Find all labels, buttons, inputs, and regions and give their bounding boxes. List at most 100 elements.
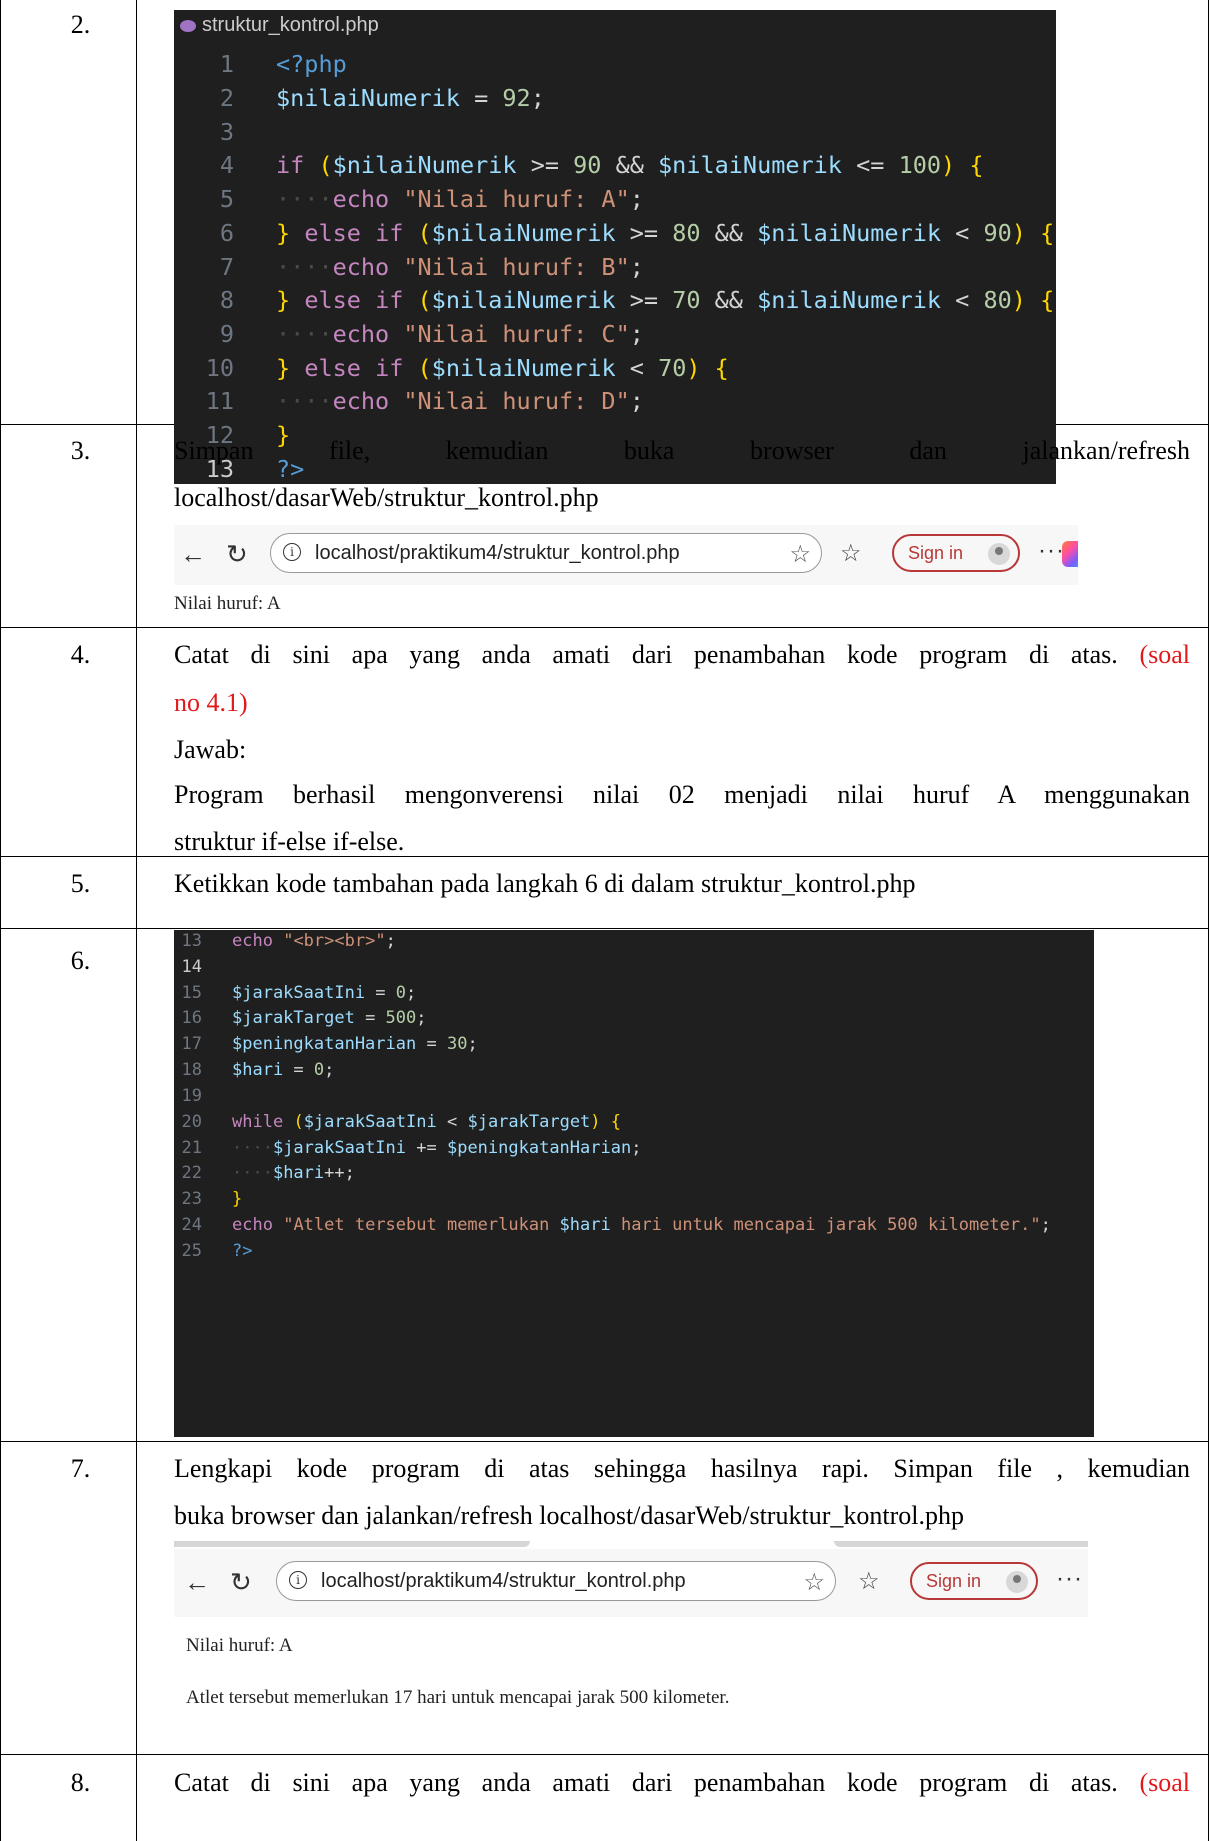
page-output-text: Atlet tersebut memerlukan 17 hari untuk … [186, 1687, 730, 1708]
code-line: 20 while ($jarakSaatIni < $jarakTarget) { [174, 1111, 622, 1134]
line-number: 23 [181, 1189, 202, 1209]
code-line: 13 echo "<br><br>"; [174, 930, 396, 953]
address-bar[interactable]: i localhost/praktikum4/struktur_kontrol.… [270, 533, 822, 573]
page-output-text: Nilai huruf: A [174, 593, 281, 614]
line-number: 5 [219, 185, 234, 213]
browser-toolbar: ← ↻ i localhost/praktikum4/struktur_kont… [174, 525, 1078, 585]
step-number: 5. [70, 869, 91, 898]
refresh-icon[interactable]: ↻ [230, 1569, 252, 1595]
code-line: 10} else if ($nilaiNumerik < 70) { [174, 352, 729, 386]
code-line: 17 $peningkatanHarian = 30; [174, 1033, 478, 1056]
table-right-border [1208, 0, 1209, 1841]
document-page: 2. struktur_kontrol.php 1 <?php 2 $nilaiNu… [0, 0, 1210, 1841]
table-column-divider [136, 0, 137, 1841]
copilot-icon[interactable] [1062, 541, 1078, 567]
row-divider-7-8 [0, 1754, 1209, 1755]
code-editor-while: 13 echo "<br><br>"; 14 15 $jarakSaatIni = … [174, 930, 1094, 1437]
code-line: 7 ····echo "Nilai huruf: B"; [174, 251, 644, 285]
code-line: 19 [174, 1085, 202, 1108]
favorites-icon[interactable]: ☆ [840, 539, 862, 568]
editor-tab[interactable]: struktur_kontrol.php [180, 14, 379, 37]
code-line: 5 ····echo "Nilai huruf: A"; [174, 183, 644, 217]
sign-in-label: Sign in [926, 1571, 982, 1591]
question-text-main: Catat di sini apa yang anda amati dari p… [174, 640, 1118, 669]
sign-in-button[interactable]: Sign in [892, 534, 1020, 572]
line-number: 4 [219, 151, 234, 179]
php-file-icon [180, 19, 196, 32]
instruction-text: Simpan file, kemudian buka browser dan j… [174, 436, 1190, 465]
question-ref: (soal [1139, 640, 1191, 669]
browser-window: ← ↻ i localhost/praktikum4/struktur_kont… [174, 525, 1078, 623]
code-line: 8} else if ($nilaiNumerik >= 70 && $nila… [174, 284, 1054, 318]
browser-toolbar: ← ↻ i localhost/praktikum4/struktur_kont… [174, 1549, 1088, 1617]
address-bar[interactable]: i localhost/praktikum4/struktur_kontrol.… [276, 1561, 836, 1601]
answer-text: Program berhasil mengonverensi nilai 02 … [174, 780, 1190, 809]
browser-window: ← ↻ i localhost/praktikum4/struktur_kont… [174, 1541, 1088, 1747]
page-output-text: Nilai huruf: A [186, 1635, 293, 1656]
favorites-icon[interactable]: ☆ [858, 1567, 880, 1596]
instruction-text: Ketikkan kode tambahan pada langkah 6 di… [174, 869, 916, 898]
more-options-icon[interactable]: ··· [1038, 537, 1065, 565]
code-line: 25 ?> [174, 1240, 253, 1263]
code-line: 15 $jarakSaatIni = 0; [174, 982, 417, 1005]
info-icon[interactable]: i [289, 1571, 307, 1589]
step-number: 7. [70, 1454, 91, 1483]
row-divider-3-4 [0, 627, 1209, 628]
refresh-icon[interactable]: ↻ [226, 541, 248, 567]
line-number: 24 [181, 1215, 202, 1235]
more-options-icon[interactable]: ··· [1056, 1565, 1083, 1593]
line-number: 1 [219, 50, 234, 78]
tab-strip-edge [174, 1541, 530, 1547]
editor-tab-label: struktur_kontrol.php [202, 14, 379, 36]
url-text: localhost/praktikum4/struktur_kontrol.ph… [321, 1570, 686, 1592]
step-number: 4. [70, 640, 91, 669]
code-editor-body: 1 <?php 2 $nilaiNumerik = 92; 3 4 if ($nila… [174, 40, 1056, 483]
instruction-text: buka browser dan jalankan/refresh localh… [174, 1501, 964, 1530]
line-number: 11 [205, 387, 234, 415]
step-number: 2. [70, 10, 91, 39]
answer-text: struktur if-else if-else. [174, 827, 405, 856]
line-number: 22 [181, 1163, 202, 1183]
code-line: 2 $nilaiNumerik = 92; [174, 82, 545, 116]
sign-in-button[interactable]: Sign in [910, 1562, 1038, 1600]
line-number: 2 [219, 84, 234, 112]
question-text-main: Catat di sini apa yang anda amati dari p… [174, 1768, 1118, 1797]
row-divider-5-6 [0, 928, 1209, 929]
code-line: 23} [174, 1188, 243, 1211]
question-ref: (soal [1139, 1768, 1191, 1797]
code-line: 1 <?php [174, 48, 347, 82]
line-number: 25 [181, 1241, 202, 1261]
line-number: 9 [219, 320, 234, 348]
back-arrow-icon[interactable]: ← [180, 541, 206, 567]
code-line: 24 echo "Atlet tersebut memerlukan $hari … [174, 1214, 1051, 1237]
answer-label: Jawab: [174, 735, 247, 764]
line-number: 14 [181, 957, 202, 977]
code-line: 3 [174, 116, 234, 150]
line-number: 18 [181, 1060, 202, 1080]
instruction-text: localhost/dasarWeb/struktur_kontrol.php [174, 483, 599, 512]
info-icon[interactable]: i [283, 543, 301, 561]
line-number: 19 [181, 1086, 202, 1106]
question-ref: no 4.1) [174, 688, 248, 717]
url-text: localhost/praktikum4/struktur_kontrol.ph… [315, 542, 680, 564]
code-line: 16 $jarakTarget = 500; [174, 1007, 427, 1030]
line-number: 13 [181, 931, 202, 951]
line-number: 17 [181, 1034, 202, 1054]
line-number: 16 [181, 1008, 202, 1028]
line-number: 6 [219, 219, 234, 247]
line-number: 15 [181, 983, 202, 1003]
code-line: 21 ····$jarakSaatIni += $peningkatanHaria… [174, 1137, 642, 1160]
step-number: 6. [70, 946, 91, 975]
code-line: 6} else if ($nilaiNumerik >= 80 && $nila… [174, 217, 1054, 251]
star-icon[interactable]: ☆ [803, 1568, 825, 1597]
star-icon[interactable]: ☆ [789, 540, 811, 569]
code-line: 11 ····echo "Nilai huruf: D"; [174, 385, 644, 419]
code-line: 9 ····echo "Nilai huruf: C"; [174, 318, 644, 352]
question-text: Catat di sini apa yang anda amati dari p… [174, 636, 1190, 674]
table-left-border [0, 0, 1, 1841]
line-number: 10 [205, 354, 234, 382]
avatar-icon [1006, 1571, 1028, 1593]
line-number: 3 [219, 118, 234, 146]
back-arrow-icon[interactable]: ← [184, 1569, 210, 1595]
instruction-text: Lengkapi kode program di atas sehingga h… [174, 1454, 1190, 1483]
